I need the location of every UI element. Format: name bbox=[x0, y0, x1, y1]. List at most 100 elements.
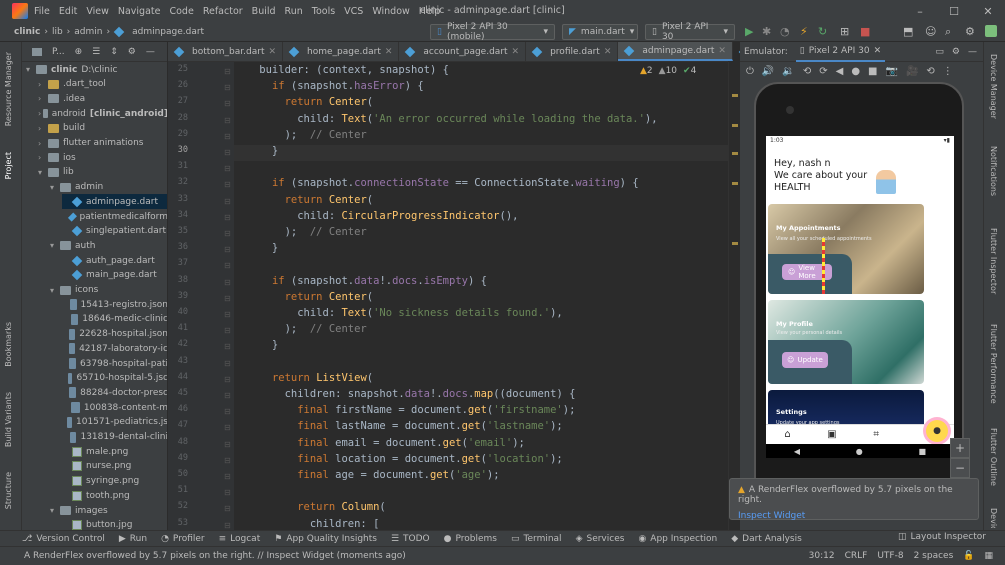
minimize-button[interactable]: – bbox=[903, 0, 937, 22]
tool-branch[interactable]: ⎇ Version Control bbox=[22, 534, 105, 544]
project-view-selector[interactable]: P... bbox=[52, 47, 65, 57]
attach-icon[interactable]: ⊞ bbox=[840, 25, 849, 38]
menu-build[interactable]: Build bbox=[252, 6, 276, 17]
editor-tab[interactable]: bottom_bar.dart ✕ bbox=[168, 42, 284, 61]
tree-item[interactable]: › build bbox=[38, 121, 167, 136]
tool-tab-build-variants[interactable]: Build Variants bbox=[4, 392, 13, 447]
tree-item[interactable]: ▾ clinic D:\clinic bbox=[26, 62, 167, 77]
tree-item[interactable]: tooth.png bbox=[62, 488, 167, 503]
tree-item[interactable]: › flutter animations bbox=[38, 136, 167, 151]
fold-marker-icon[interactable]: ⊟ bbox=[224, 359, 231, 368]
fold-marker-icon[interactable]: ⊟ bbox=[224, 326, 231, 335]
fold-marker-icon[interactable]: ⊟ bbox=[224, 148, 231, 157]
chevron-right-icon[interactable]: › bbox=[38, 139, 48, 148]
chevron-right-icon[interactable]: › bbox=[38, 153, 48, 162]
hot-restart-icon[interactable]: ↻ bbox=[818, 25, 827, 38]
indent-setting[interactable]: 2 spaces bbox=[914, 551, 954, 561]
fold-marker-icon[interactable]: ⊟ bbox=[224, 310, 231, 319]
editor-tab[interactable]: account_page.dart ✕ bbox=[399, 42, 527, 61]
menu-file[interactable]: File bbox=[34, 6, 50, 17]
expand-icon[interactable]: ⇕ bbox=[110, 47, 118, 57]
fold-marker-icon[interactable]: ⊟ bbox=[224, 83, 231, 92]
more-icon[interactable]: ⋮ bbox=[943, 66, 953, 77]
tool-app-inspection[interactable]: ◉ App Inspection bbox=[638, 534, 717, 544]
tool-dart-analysis[interactable]: ◆ Dart Analysis bbox=[731, 534, 802, 544]
menu-run[interactable]: Run bbox=[285, 6, 303, 17]
tree-item[interactable]: 101571-pediatrics.js bbox=[62, 415, 167, 430]
stop-icon[interactable]: ■ bbox=[860, 25, 870, 38]
fold-marker-icon[interactable]: ⊟ bbox=[224, 342, 231, 351]
menu-tools[interactable]: Tools bbox=[312, 6, 335, 17]
tree-item[interactable]: ▾ icons bbox=[50, 283, 167, 298]
fold-marker-icon[interactable]: ⊟ bbox=[224, 488, 231, 497]
sdk-manager-icon[interactable]: ⬒ bbox=[903, 25, 913, 38]
chevron-down-icon[interactable]: ▾ bbox=[50, 241, 60, 250]
editor-scrollbar[interactable] bbox=[728, 62, 740, 530]
layout-inspector-tab[interactable]: ◫ Layout Inspector bbox=[898, 532, 986, 542]
tree-item[interactable]: male.png bbox=[62, 444, 167, 459]
tree-item[interactable]: ▾ auth bbox=[50, 238, 167, 253]
gear-icon[interactable]: ⚙ bbox=[965, 25, 975, 38]
tool-tab-device-file-explorer[interactable]: Device File Explorer bbox=[989, 508, 998, 528]
chevron-right-icon[interactable]: › bbox=[38, 94, 48, 103]
target-icon[interactable]: ⊕ bbox=[75, 47, 83, 57]
close-icon[interactable]: ✕ bbox=[604, 47, 612, 57]
status-message[interactable]: A RenderFlex overflowed by 5.7 pixels on… bbox=[10, 551, 406, 561]
tool-tab-structure[interactable]: Structure bbox=[4, 472, 13, 509]
profile-icon[interactable]: ◔ bbox=[780, 25, 790, 38]
jetbrains-account-icon[interactable] bbox=[985, 25, 997, 37]
tree-item[interactable]: singlepatient.dart bbox=[62, 224, 167, 239]
breadcrumb-admin[interactable]: admin bbox=[74, 27, 102, 37]
inspect-widget-link[interactable]: Inspect Widget bbox=[738, 511, 970, 521]
tool-tab-notifications[interactable]: Notifications bbox=[989, 146, 998, 196]
fold-marker-icon[interactable]: ⊟ bbox=[224, 423, 231, 432]
fold-marker-icon[interactable]: ⊟ bbox=[224, 229, 231, 238]
tool-tab-device-manager[interactable]: Device Manager bbox=[989, 54, 998, 119]
tool-tab-flutter-performance[interactable]: Flutter Performance bbox=[989, 324, 998, 404]
rotate-right-icon[interactable]: ⟳ bbox=[819, 66, 827, 77]
menu-vcs[interactable]: VCS bbox=[344, 6, 363, 17]
profile-fab[interactable]: ● bbox=[926, 420, 948, 442]
home-icon[interactable]: ● bbox=[856, 447, 863, 456]
chevron-right-icon[interactable]: › bbox=[38, 80, 48, 89]
fold-marker-icon[interactable]: ⊟ bbox=[224, 164, 231, 173]
phone-screen[interactable]: 1:03 ▾▮ Hey, nash n We care about your H… bbox=[766, 136, 954, 458]
emulator-device-tab[interactable]: ▯ Pixel 2 API 30 ✕ bbox=[795, 42, 886, 62]
editor-tab[interactable]: adminpage.dart ✕ bbox=[618, 42, 733, 61]
caret-position[interactable]: 30:12 bbox=[809, 551, 835, 561]
close-icon[interactable]: ✕ bbox=[268, 47, 276, 57]
menu-refactor[interactable]: Refactor bbox=[203, 6, 243, 17]
tree-item[interactable]: 15413-registro.json bbox=[62, 297, 167, 312]
tree-item[interactable]: 100838-content-m bbox=[62, 400, 167, 415]
tool-tab-resource-manager[interactable]: Resource Manager bbox=[4, 52, 13, 126]
overview-icon[interactable]: ■ bbox=[868, 66, 877, 77]
close-icon[interactable]: ✕ bbox=[874, 46, 882, 56]
tool-services[interactable]: ◈ Services bbox=[576, 534, 625, 544]
tree-item[interactable]: 65710-hospital-5.jsc bbox=[62, 371, 167, 386]
fold-marker-icon[interactable]: ⊟ bbox=[224, 391, 231, 400]
menu-code[interactable]: Code bbox=[169, 6, 193, 17]
tree-item[interactable]: button.jpg bbox=[62, 518, 167, 530]
menu-view[interactable]: View bbox=[86, 6, 109, 17]
memory-icon[interactable]: ▦ bbox=[984, 551, 993, 561]
code-editor[interactable]: builder: (context, snapshot) { if (snaps… bbox=[234, 62, 728, 530]
tree-item[interactable]: 42187-laboratory-ic bbox=[62, 341, 167, 356]
snapshot-icon[interactable]: ⟲ bbox=[926, 66, 934, 77]
tool-terminal[interactable]: ▭ Terminal bbox=[511, 534, 562, 544]
editor-tab[interactable]: home_page.dart ✕ bbox=[283, 42, 400, 61]
fold-marker-icon[interactable]: ⊟ bbox=[224, 180, 231, 189]
tool-run[interactable]: ▶ Run bbox=[119, 534, 147, 544]
tree-item[interactable]: 63798-hospital-pati bbox=[62, 356, 167, 371]
tree-item[interactable]: 131819-dental-clini bbox=[62, 430, 167, 445]
file-encoding[interactable]: UTF-8 bbox=[877, 551, 903, 561]
tool-tab-project[interactable]: Project bbox=[4, 152, 13, 179]
update-button[interactable]: ☺ Update bbox=[782, 352, 828, 368]
fold-marker-icon[interactable]: ⊟ bbox=[224, 375, 231, 384]
fold-marker-icon[interactable]: ⊟ bbox=[224, 504, 231, 513]
tool-problems[interactable]: ● Problems bbox=[444, 534, 497, 544]
volume-down-icon[interactable]: 🔉 bbox=[782, 66, 794, 77]
tree-item[interactable]: ▾ images bbox=[50, 503, 167, 518]
close-icon[interactable]: ✕ bbox=[718, 46, 726, 56]
close-icon[interactable]: ✕ bbox=[512, 47, 520, 57]
overview-icon[interactable]: ■ bbox=[919, 447, 927, 456]
